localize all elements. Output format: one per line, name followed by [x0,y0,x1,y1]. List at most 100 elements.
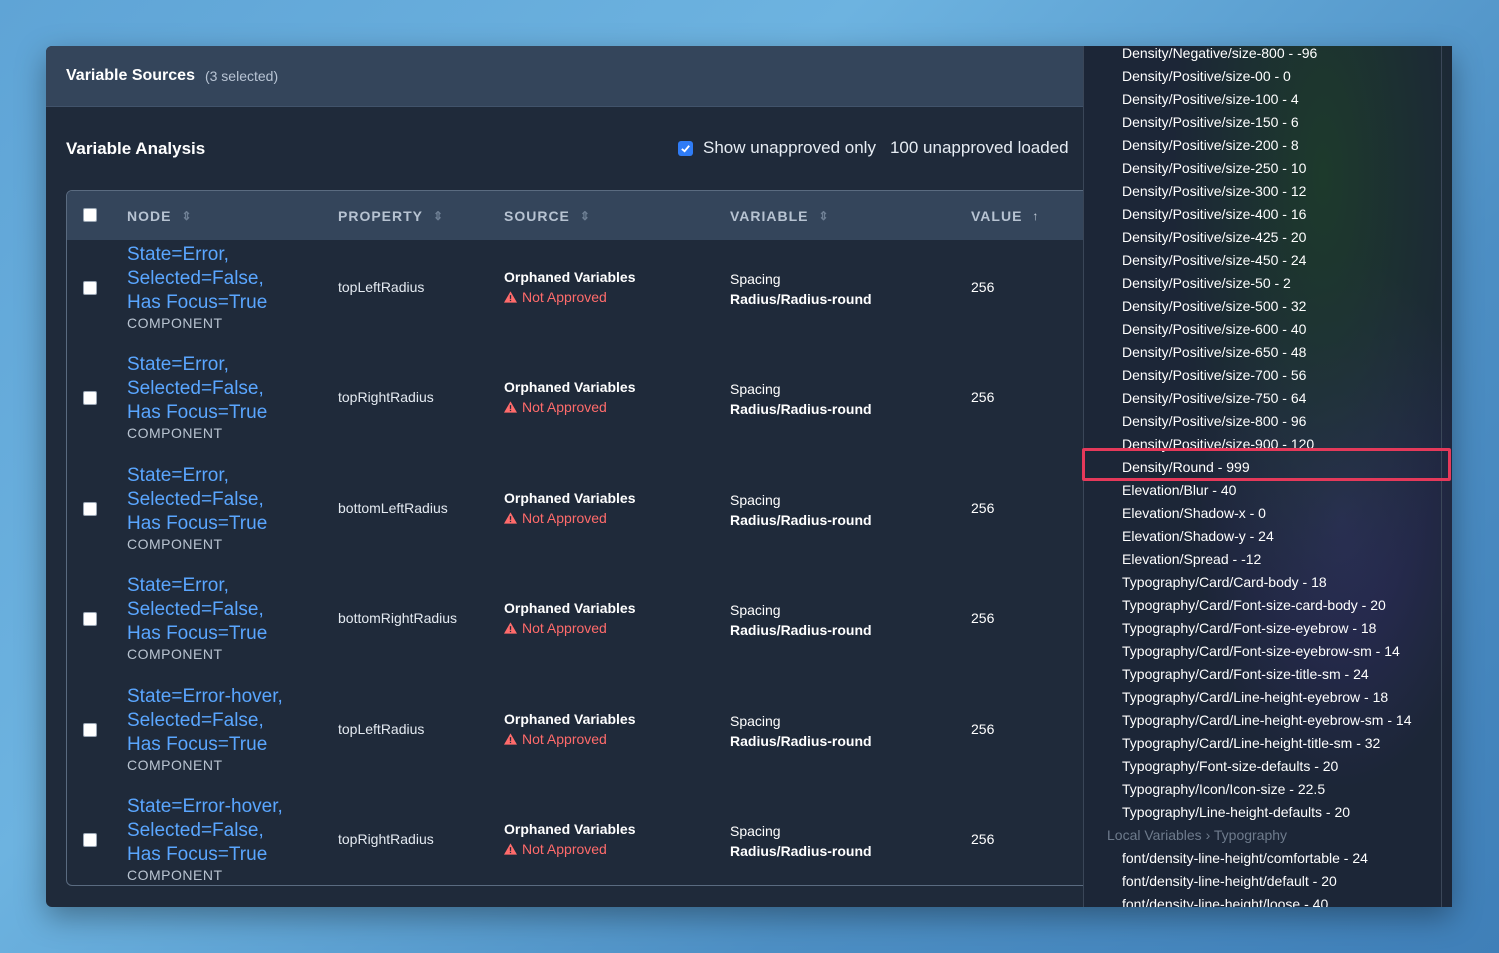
column-variable-label: VARIABLE [730,207,809,224]
source-cell: Orphaned Variables Not Approved [504,269,636,305]
approval-status: Not Approved [504,289,636,305]
node-link[interactable]: Has Focus=True [127,733,283,757]
dropdown-item[interactable]: Density/Positive/size-250 - 10 [1122,156,1306,179]
variable-table: NODE ⇕ PROPERTY ⇕ SOURCE ⇕ VARIABLE ⇕ VALUE ↑… [66,190,1166,886]
dropdown-item[interactable]: Density/Positive/size-700 - 56 [1122,363,1306,386]
dropdown-item[interactable]: Typography/Card/Card-body - 18 [1122,570,1327,593]
dropdown-item[interactable]: Typography/Line-height-defaults - 20 [1122,800,1350,823]
property-cell: topRightRadius [338,389,434,405]
row-checkbox[interactable] [83,281,97,295]
variable-collection: Spacing [730,713,781,729]
column-source[interactable]: SOURCE ⇕ [504,191,591,240]
column-node[interactable]: NODE ⇕ [127,191,193,240]
dropdown-item[interactable]: Elevation/Shadow-x - 0 [1122,501,1266,524]
node-link[interactable]: Has Focus=True [127,512,267,536]
source-cell: Orphaned Variables Not Approved [504,490,636,526]
dropdown-item[interactable]: Density/Positive/size-600 - 40 [1122,317,1306,340]
dropdown-item[interactable]: Density/Positive/size-500 - 32 [1122,294,1306,317]
table-row[interactable]: State=Error, Selected=False, Has Focus=T… [67,350,1165,460]
node-link[interactable]: State=Error, [127,464,267,488]
dropdown-item[interactable]: Density/Positive/size-150 - 6 [1122,110,1299,133]
variable-cell: Spacing Radius/Radius-round [730,379,872,419]
node-link[interactable]: Selected=False, [127,377,267,401]
source-name: Orphaned Variables [504,490,636,506]
node-link[interactable]: State=Error-hover, [127,795,283,819]
dropdown-item[interactable]: Typography/Card/Line-height-eyebrow-sm -… [1122,708,1411,731]
column-variable[interactable]: VARIABLE ⇕ [730,191,830,240]
variable-collection: Spacing [730,602,781,618]
table-row[interactable]: State=Error, Selected=False, Has Focus=T… [67,571,1165,681]
node-link[interactable]: Selected=False, [127,709,283,733]
property-cell: topLeftRadius [338,279,425,295]
node-link[interactable]: State=Error, [127,574,267,598]
node-link[interactable]: Has Focus=True [127,843,283,867]
node-link[interactable]: Selected=False, [127,267,267,291]
table-header: NODE ⇕ PROPERTY ⇕ SOURCE ⇕ VARIABLE ⇕ VALUE ↑ [67,191,1165,240]
node-cell: State=Error, Selected=False, Has Focus=T… [127,464,267,552]
row-checkbox[interactable] [83,723,97,737]
show-unapproved-label: Show unapproved only [703,138,876,157]
source-name: Orphaned Variables [504,379,636,395]
dropdown-item[interactable]: font/density-line-height/comfortable - 2… [1122,846,1368,869]
variable-name: Radius/Radius-round [730,622,872,638]
dropdown-item[interactable]: Typography/Font-size-defaults - 20 [1122,754,1338,777]
dropdown-item[interactable]: Typography/Card/Font-size-card-body - 20 [1122,593,1386,616]
node-type: COMPONENT [127,425,223,441]
dropdown-item[interactable]: Density/Positive/size-450 - 24 [1122,248,1306,271]
node-cell: State=Error-hover, Selected=False, Has F… [127,795,283,883]
approval-status: Not Approved [504,620,636,636]
dropdown-item[interactable]: Density/Negative/size-800 - -96 [1122,46,1317,64]
dropdown-item[interactable]: Typography/Card/Line-height-eyebrow - 18 [1122,685,1388,708]
dropdown-item[interactable]: Density/Positive/size-400 - 16 [1122,202,1306,225]
dropdown-item[interactable]: Typography/Card/Line-height-title-sm - 3… [1122,731,1380,754]
table-row[interactable]: State=Error, Selected=False, Has Focus=T… [67,240,1165,350]
node-link[interactable]: Has Focus=True [127,291,267,315]
column-property[interactable]: PROPERTY ⇕ [338,191,444,240]
table-row[interactable]: State=Error-hover, Selected=False, Has F… [67,792,1165,885]
node-link[interactable]: State=Error, [127,243,267,267]
row-checkbox[interactable] [83,502,97,516]
column-value[interactable]: VALUE ↑ [971,191,1039,240]
variable-cell: Spacing Radius/Radius-round [730,269,872,309]
node-link[interactable]: State=Error, [127,353,267,377]
dropdown-item[interactable]: Density/Positive/size-800 - 96 [1122,409,1306,432]
dropdown-item[interactable]: Density/Positive/size-50 - 2 [1122,271,1291,294]
source-cell: Orphaned Variables Not Approved [504,711,636,747]
dropdown-group-label: Local Variables › Typography [1107,827,1288,843]
dropdown-item[interactable]: Density/Positive/size-750 - 64 [1122,386,1306,409]
dropdown-item[interactable]: Typography/Card/Font-size-eyebrow - 18 [1122,616,1376,639]
show-unapproved-checkbox[interactable] [678,140,693,156]
node-cell: State=Error, Selected=False, Has Focus=T… [127,574,267,662]
dropdown-item[interactable]: font/density-line-height/loose - 40 [1122,892,1328,908]
row-checkbox[interactable] [83,612,97,626]
row-checkbox[interactable] [83,833,97,847]
dropdown-item[interactable]: Density/Positive/size-650 - 48 [1122,340,1306,363]
dropdown-item[interactable]: Typography/Card/Font-size-title-sm - 24 [1122,662,1369,685]
dropdown-item[interactable]: Typography/Card/Font-size-eyebrow-sm - 1… [1122,639,1400,662]
table-row[interactable]: State=Error-hover, Selected=False, Has F… [67,682,1165,792]
dropdown-item[interactable]: Elevation/Blur - 40 [1122,478,1236,501]
show-unapproved-toggle[interactable]: Show unapproved only 100 unapproved load… [678,138,1069,158]
node-link[interactable]: Has Focus=True [127,401,267,425]
selected-item-highlight [1082,448,1451,481]
dropdown-item[interactable]: Density/Positive/size-200 - 8 [1122,133,1299,156]
dropdown-item[interactable]: Typography/Icon/Icon-size - 22.5 [1122,777,1325,800]
dropdown-item[interactable]: Elevation/Spread - -12 [1122,547,1261,570]
approval-status: Not Approved [504,510,636,526]
dropdown-item[interactable]: font/density-line-height/default - 20 [1122,869,1337,892]
node-link[interactable]: Selected=False, [127,598,267,622]
node-link[interactable]: State=Error-hover, [127,685,283,709]
dropdown-item[interactable]: Elevation/Shadow-y - 24 [1122,524,1274,547]
node-link[interactable]: Has Focus=True [127,622,267,646]
dropdown-item[interactable]: Density/Positive/size-300 - 12 [1122,179,1306,202]
select-all-checkbox[interactable] [83,208,97,222]
node-link[interactable]: Selected=False, [127,488,267,512]
dropdown-item[interactable]: Density/Positive/size-100 - 4 [1122,87,1299,110]
property-cell: topLeftRadius [338,721,425,737]
node-link[interactable]: Selected=False, [127,819,283,843]
dropdown-item[interactable]: Density/Positive/size-00 - 0 [1122,64,1291,87]
node-cell: State=Error-hover, Selected=False, Has F… [127,685,283,773]
row-checkbox[interactable] [83,391,97,405]
dropdown-item[interactable]: Density/Positive/size-425 - 20 [1122,225,1306,248]
table-row[interactable]: State=Error, Selected=False, Has Focus=T… [67,461,1165,571]
